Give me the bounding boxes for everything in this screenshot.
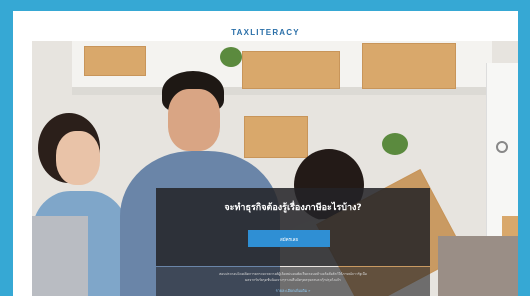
- door-handle: [496, 141, 508, 153]
- signup-button[interactable]: สมัครเลย: [248, 230, 330, 247]
- cardboard-box: [362, 43, 456, 89]
- plant: [220, 47, 242, 67]
- chair: [438, 236, 518, 296]
- brand-name: TAXLITERACY: [231, 28, 300, 37]
- details-link[interactable]: รายละเอียดเพิ่มเติม »: [156, 288, 430, 294]
- fine-print-panel: สอนประกอบโดยเปิดการยกระยะหลวางค์ผู้เล็ดห…: [156, 267, 430, 296]
- header: TAXLITERACY ACADEMY: [13, 11, 518, 45]
- page-frame: TAXLITERACY ACADEMY: [13, 11, 518, 296]
- hero-banner: จะทำธุรกิจต้องรู้เรื่องภาษีอะไรบ้าง? สมั…: [32, 41, 518, 296]
- promo-panel: จะทำธุรกิจต้องรู้เรื่องภาษีอะไรบ้าง? สมั…: [156, 188, 430, 266]
- fine-print-text: ผลจากรับรัยรุดชั้นนิเอจางๆรางนตีนปัตรุคค…: [245, 278, 341, 282]
- fine-print-text: สอนประกอบโดยเปิดการยกระยะหลวางค์ผู้เล็ดห…: [219, 272, 367, 276]
- laptop: [32, 216, 88, 296]
- hero-headline: จะทำธุรกิจต้องรู้เรื่องภาษีอะไรบ้าง?: [224, 203, 362, 213]
